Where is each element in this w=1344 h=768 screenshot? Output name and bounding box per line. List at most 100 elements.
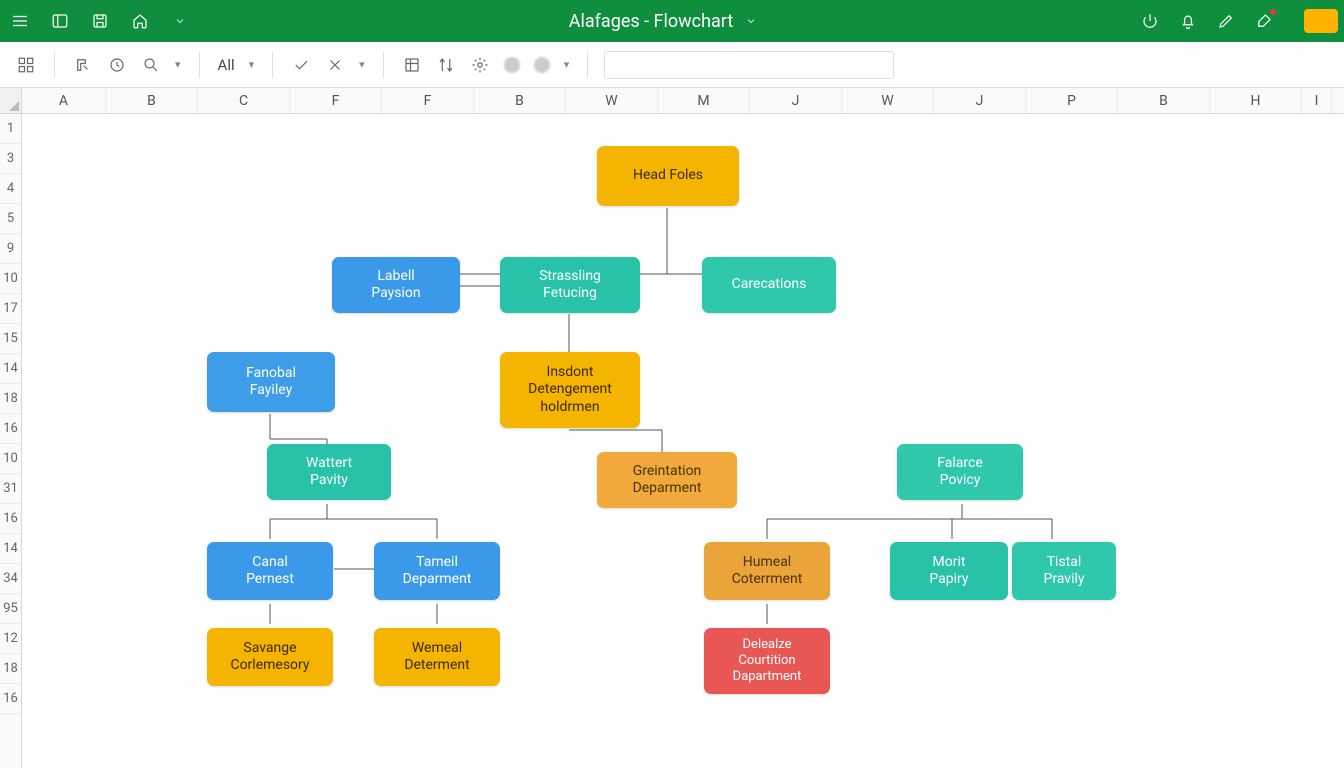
toolbar: ▾ All ▾ ▾ ▾ xyxy=(0,42,1344,88)
column-header[interactable]: B xyxy=(106,88,198,113)
brush-icon[interactable] xyxy=(1254,11,1274,31)
row-header[interactable]: 16 xyxy=(0,504,21,534)
check-icon[interactable] xyxy=(291,55,311,75)
node-label: Corlemesory xyxy=(230,657,309,675)
save-icon[interactable] xyxy=(90,11,110,31)
row-header[interactable]: 1 xyxy=(0,114,21,144)
node-label: Tistal xyxy=(1047,554,1082,572)
row-header[interactable]: 14 xyxy=(0,534,21,564)
bell-icon[interactable] xyxy=(1178,11,1198,31)
column-header[interactable]: C xyxy=(198,88,290,113)
node-canal-pernest[interactable]: Canal Pernest xyxy=(207,542,333,600)
row-header[interactable]: 4 xyxy=(0,174,21,204)
column-header[interactable]: B xyxy=(474,88,566,113)
menu-icon[interactable] xyxy=(10,11,30,31)
title-chevron-icon[interactable] xyxy=(741,11,761,31)
node-labell-paysion[interactable]: Labell Paysion xyxy=(332,257,460,313)
node-tistal-pravily[interactable]: Tistal Pravily xyxy=(1012,542,1116,600)
row-header[interactable]: 5 xyxy=(0,204,21,234)
row-header[interactable]: 95 xyxy=(0,594,21,624)
select-all-corner[interactable] xyxy=(0,88,22,113)
row-header[interactable]: 15 xyxy=(0,324,21,354)
node-carecations[interactable]: Carecations xyxy=(702,257,836,313)
node-tameil-deparment[interactable]: Tameil Deparment xyxy=(374,542,500,600)
node-delealze[interactable]: Delealze Courtition Dapartment xyxy=(704,628,830,694)
node-label: Pavity xyxy=(310,472,348,490)
column-header[interactable]: W xyxy=(566,88,658,113)
column-header[interactable]: H xyxy=(1210,88,1302,113)
formula-input[interactable] xyxy=(604,51,894,79)
node-label: Tameil xyxy=(416,554,458,572)
row-header[interactable]: 16 xyxy=(0,414,21,444)
column-header[interactable]: J xyxy=(934,88,1026,113)
search-icon[interactable] xyxy=(141,55,161,75)
node-label: Fanobal xyxy=(246,365,296,383)
column-header[interactable]: J xyxy=(750,88,842,113)
sort-icon[interactable] xyxy=(436,55,456,75)
column-header[interactable]: P xyxy=(1026,88,1118,113)
column-header[interactable]: B xyxy=(1118,88,1210,113)
node-label: holdrmen xyxy=(540,399,599,417)
row-header[interactable]: 10 xyxy=(0,264,21,294)
node-greintation-deparment[interactable]: Greintation Deparment xyxy=(597,452,737,508)
node-fanobal-fayiley[interactable]: Fanobal Fayiley xyxy=(207,352,335,412)
column-header[interactable]: A xyxy=(22,88,106,113)
node-strassling-fetucing[interactable]: Strassling Fetucing xyxy=(500,257,640,313)
flowchart-canvas[interactable]: Head Foles Labell Paysion Strassling Fet… xyxy=(22,114,1344,768)
title-text: Alafages - Flowchart xyxy=(569,11,733,32)
column-header[interactable]: W xyxy=(842,88,934,113)
chevron-down-icon[interactable]: ▾ xyxy=(175,58,181,71)
node-label: Delealze xyxy=(743,637,792,653)
node-falarce-povicy[interactable]: Falarce Povicy xyxy=(897,444,1023,500)
node-label: Detengement xyxy=(528,381,612,399)
power-icon[interactable] xyxy=(1140,11,1160,31)
row-header[interactable]: 18 xyxy=(0,654,21,684)
chevron-down-icon[interactable]: ▾ xyxy=(564,58,570,71)
node-wemeal-determent[interactable]: Wemeal Determent xyxy=(374,628,500,686)
panel-icon[interactable] xyxy=(50,11,70,31)
chevron-down-icon[interactable] xyxy=(170,11,190,31)
row-header[interactable]: 12 xyxy=(0,624,21,654)
node-label: Morit xyxy=(933,554,966,572)
home-icon[interactable] xyxy=(130,11,150,31)
node-label: Pravily xyxy=(1043,571,1084,589)
column-header[interactable]: I xyxy=(1302,88,1332,113)
sheet-body: 1 3 4 5 9 10 17 15 14 18 16 10 31 16 14 … xyxy=(0,114,1344,768)
row-header[interactable]: 34 xyxy=(0,564,21,594)
node-humeal-coterrment[interactable]: Humeal Coterrment xyxy=(704,542,830,600)
cell-icon[interactable] xyxy=(402,55,422,75)
node-morit-papiry[interactable]: Morit Papiry xyxy=(890,542,1008,600)
node-savange-corlemesory[interactable]: Savange Corlemesory xyxy=(207,628,333,686)
filter-dropdown[interactable]: All xyxy=(218,56,235,74)
node-label: Wemeal xyxy=(412,640,462,658)
edit-icon[interactable] xyxy=(1216,11,1236,31)
row-header[interactable]: 18 xyxy=(0,384,21,414)
row-header[interactable]: 17 xyxy=(0,294,21,324)
node-wattert-pavity[interactable]: Wattert Pavity xyxy=(267,444,391,500)
node-head-foles[interactable]: Head Foles xyxy=(597,146,739,206)
column-header[interactable]: F xyxy=(382,88,474,113)
node-label: Carecations xyxy=(732,276,807,294)
node-label: Greintation xyxy=(633,463,702,481)
row-header[interactable]: 14 xyxy=(0,354,21,384)
document-title[interactable]: Alafages - Flowchart xyxy=(190,11,1140,32)
upgrade-button[interactable] xyxy=(1304,9,1338,33)
node-insdont[interactable]: Insdont Detengement holdrmen xyxy=(500,352,640,428)
row-header[interactable]: 16 xyxy=(0,684,21,714)
chevron-down-icon[interactable]: ▾ xyxy=(359,58,365,71)
column-header[interactable]: M xyxy=(658,88,750,113)
node-label: Head Foles xyxy=(633,167,703,185)
column-header[interactable]: F xyxy=(290,88,382,113)
format-icon[interactable] xyxy=(73,55,93,75)
chevron-down-icon[interactable]: ▾ xyxy=(249,58,255,71)
node-label: Determent xyxy=(404,657,469,675)
row-header[interactable]: 9 xyxy=(0,234,21,264)
row-header[interactable]: 10 xyxy=(0,444,21,474)
settings-icon[interactable] xyxy=(470,55,490,75)
row-header[interactable]: 3 xyxy=(0,144,21,174)
node-label: Canal xyxy=(252,554,287,572)
grid-icon[interactable] xyxy=(16,55,36,75)
close-icon[interactable] xyxy=(325,55,345,75)
row-header[interactable]: 31 xyxy=(0,474,21,504)
clock-icon[interactable] xyxy=(107,55,127,75)
